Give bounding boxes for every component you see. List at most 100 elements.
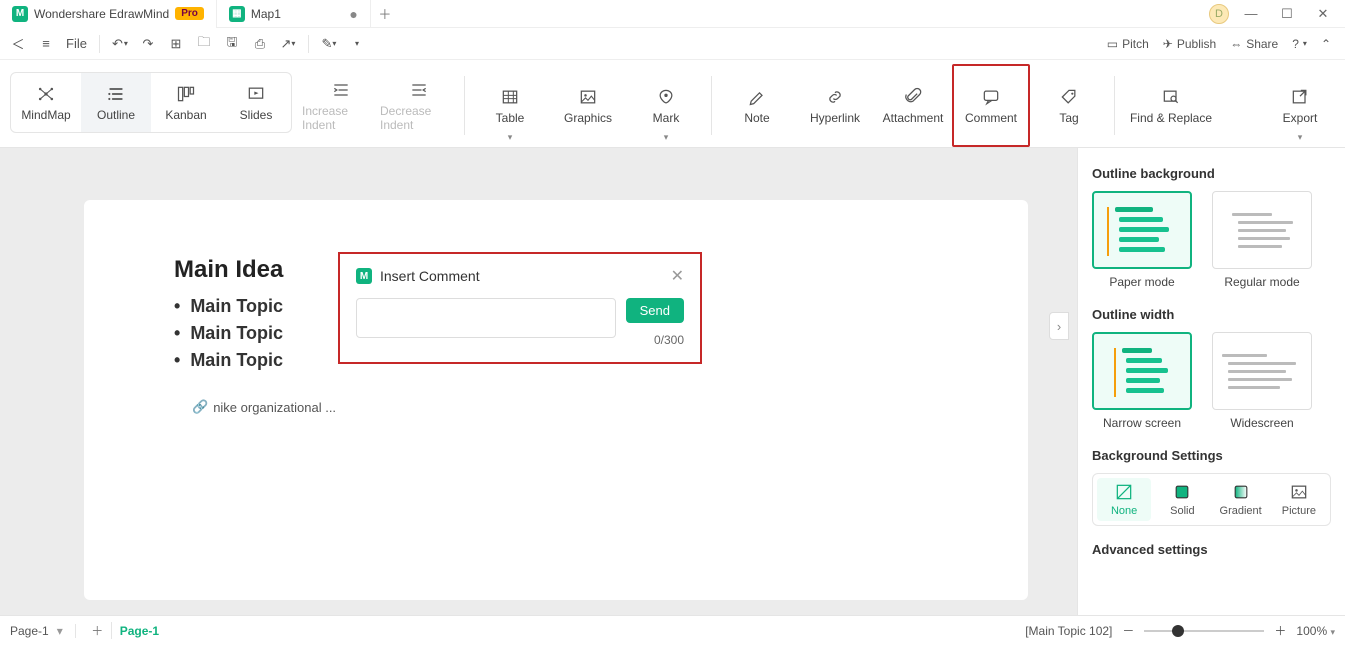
zoom-out-button[interactable]: － (1122, 622, 1134, 639)
ribbon: MindMap Outline Kanban Slides Increase I… (0, 60, 1345, 148)
export-button[interactable]: Export▾ (1261, 64, 1339, 147)
hyperlink-icon (825, 87, 845, 107)
table-icon (500, 87, 520, 107)
publish-icon: ✈ (1163, 37, 1173, 51)
pitch-button[interactable]: ▭Pitch (1107, 37, 1149, 51)
bg-gradient[interactable]: Gradient (1214, 478, 1268, 521)
graphics-button[interactable]: Graphics (549, 64, 627, 147)
page-tab[interactable]: Page-1 (112, 624, 167, 638)
new-tab-button[interactable]: ＋ (371, 4, 399, 23)
doc-icon: ▦ (229, 6, 245, 22)
hamburger-icon[interactable]: ≡ (34, 32, 58, 56)
publish-button[interactable]: ✈Publish (1163, 37, 1216, 51)
narrow-screen-card[interactable]: Narrow screen (1092, 332, 1192, 430)
export-icon (1290, 87, 1310, 107)
bg-solid[interactable]: Solid (1155, 478, 1209, 521)
more-quick-button[interactable]: ▾ (345, 32, 369, 56)
send-button[interactable]: Send (626, 298, 684, 323)
tag-button[interactable]: Tag (1030, 64, 1108, 147)
mark-icon (656, 87, 676, 107)
attachment-chip[interactable]: 🔗 nike organizational ... (192, 399, 336, 415)
open-button[interactable]: 🗀 (192, 32, 216, 56)
app-logo-icon: M (12, 6, 28, 22)
titlebar: M Wondershare EdrawMind Pro ▦ Map1 ● ＋ D… (0, 0, 1345, 28)
undo-button[interactable]: ↶▾ (108, 32, 132, 56)
widescreen-card[interactable]: Widescreen (1212, 332, 1312, 430)
edit-quick-button[interactable]: ✎▾ (317, 32, 341, 56)
gradient-icon (1231, 482, 1251, 502)
add-page-button[interactable]: ＋ (84, 622, 112, 639)
outline-width-title: Outline width (1092, 307, 1331, 322)
sidepanel-toggle[interactable]: › (1049, 312, 1069, 340)
increase-indent-button[interactable]: Increase Indent (302, 64, 380, 147)
doc-tab-label: Map1 (251, 7, 281, 21)
print-button[interactable]: ⎙ (248, 32, 272, 56)
regular-mode-thumb (1212, 191, 1312, 269)
bg-settings-group: None Solid Gradient Picture (1092, 473, 1331, 526)
document-tab[interactable]: ▦ Map1 ● (216, 0, 371, 28)
indent-left-icon (409, 80, 429, 100)
wide-thumb (1212, 332, 1312, 410)
paper-mode-card[interactable]: Paper mode (1092, 191, 1192, 289)
comment-icon (981, 87, 1001, 107)
bg-picture[interactable]: Picture (1272, 478, 1326, 521)
maximize-button[interactable]: ☐ (1273, 6, 1301, 22)
minimize-button[interactable]: — (1237, 6, 1265, 21)
comment-button[interactable]: Comment (952, 64, 1030, 147)
status-bar: Page-1▾ ＋ Page-1 [Main Topic 102] － ＋ 10… (0, 615, 1345, 645)
outline-bg-title: Outline background (1092, 166, 1331, 181)
selection-info: [Main Topic 102] (1025, 624, 1112, 638)
export-quick-button[interactable]: ↗▾ (276, 32, 300, 56)
view-mindmap[interactable]: MindMap (11, 73, 81, 132)
unsaved-dot-icon: ● (349, 6, 357, 22)
attachment-button[interactable]: Attachment (874, 64, 952, 147)
indent-right-icon (331, 80, 351, 100)
find-icon (1161, 87, 1181, 107)
close-dialog-button[interactable]: ✕ (671, 266, 684, 286)
none-icon (1114, 482, 1134, 502)
collapse-ribbon-button[interactable]: ⌃ (1321, 37, 1331, 51)
link-icon: 🔗 (192, 399, 208, 415)
picture-icon (1289, 482, 1309, 502)
help-button[interactable]: ?▾ (1292, 37, 1307, 51)
note-button[interactable]: Note (718, 64, 796, 147)
bg-none[interactable]: None (1097, 478, 1151, 521)
zoom-level[interactable]: 100% ▾ (1296, 624, 1335, 638)
table-button[interactable]: Table▾ (471, 64, 549, 147)
save-button[interactable]: 🖫 (220, 32, 244, 56)
mark-button[interactable]: Mark▾ (627, 64, 705, 147)
hyperlink-button[interactable]: Hyperlink (796, 64, 874, 147)
view-kanban[interactable]: Kanban (151, 73, 221, 132)
view-slides[interactable]: Slides (221, 73, 291, 132)
paper-mode-thumb (1092, 191, 1192, 269)
share-button[interactable]: ⇔Share (1230, 37, 1278, 51)
app-tab[interactable]: M Wondershare EdrawMind Pro (0, 0, 216, 28)
back-button[interactable]: ＜ (6, 32, 30, 56)
user-avatar[interactable]: D (1209, 4, 1229, 24)
file-menu[interactable]: File (62, 32, 91, 56)
redo-button[interactable]: ↷ (136, 32, 160, 56)
share-icon: ⇔ (1230, 37, 1242, 51)
zoom-slider[interactable] (1144, 630, 1264, 632)
view-mode-group: MindMap Outline Kanban Slides (10, 72, 292, 133)
note-icon (747, 87, 767, 107)
decrease-indent-button[interactable]: Decrease Indent (380, 64, 458, 147)
char-count: 0/300 (654, 333, 684, 347)
comment-input[interactable] (356, 298, 616, 338)
canvas-area[interactable]: Main Idea Main Topic Main Topic Main Top… (0, 148, 1077, 615)
app-name: Wondershare EdrawMind (34, 7, 169, 21)
new-button[interactable]: ⊞ (164, 32, 188, 56)
view-outline[interactable]: Outline (81, 73, 151, 132)
bg-settings-title: Background Settings (1092, 448, 1331, 463)
find-replace-button[interactable]: Find & Replace (1121, 64, 1221, 147)
dialog-logo-icon: M (356, 268, 372, 284)
zoom-in-button[interactable]: ＋ (1274, 622, 1286, 639)
page-dropdown[interactable]: Page-1▾ (10, 624, 76, 638)
kanban-icon (176, 84, 196, 104)
outline-icon (106, 84, 126, 104)
workspace: Main Idea Main Topic Main Topic Main Top… (0, 148, 1345, 615)
close-window-button[interactable]: ✕ (1309, 6, 1337, 22)
slides-icon (246, 84, 266, 104)
regular-mode-card[interactable]: Regular mode (1212, 191, 1312, 289)
graphics-icon (578, 87, 598, 107)
